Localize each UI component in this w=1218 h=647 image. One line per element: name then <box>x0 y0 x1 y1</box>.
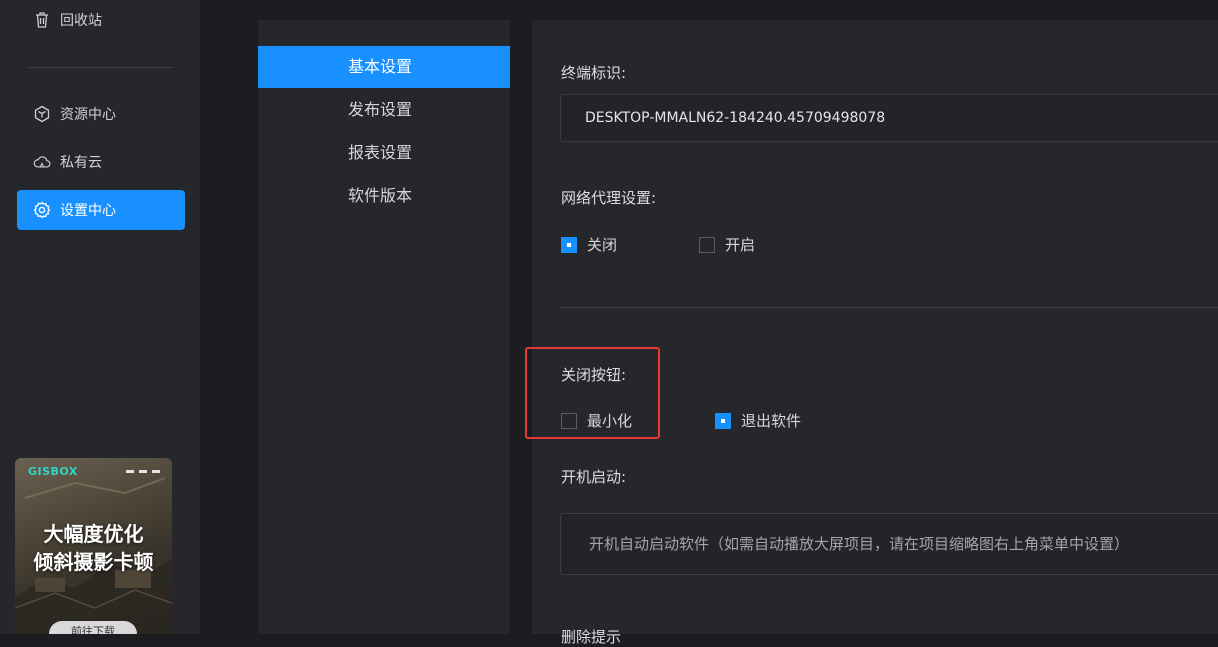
startup-label: 开机启动: <box>561 468 627 486</box>
cloud-icon <box>33 153 51 171</box>
option-label: 开启 <box>725 236 756 254</box>
option-label: 关闭 <box>587 236 618 254</box>
close-option-exit[interactable]: 退出软件 <box>715 410 801 431</box>
tab-publish-settings[interactable]: 发布设置 <box>258 89 510 131</box>
option-label: 退出软件 <box>741 412 802 430</box>
sidebar-divider <box>28 67 173 68</box>
sidebar-item-settings-center[interactable]: 设置中心 <box>17 190 185 230</box>
promo-headline: 大幅度优化 <box>43 522 144 546</box>
tab-basic-settings[interactable]: 基本设置 <box>258 46 510 88</box>
settings-menu: 基本设置 发布设置 报表设置 软件版本 <box>258 20 510 634</box>
sidebar-item-label: 私有云 <box>60 155 102 171</box>
terminal-id-label: 终端标识: <box>561 64 627 82</box>
sidebar-item-label: 资源中心 <box>60 107 116 123</box>
terminal-id-field[interactable]: DESKTOP-MMALN62-184240.45709498078 <box>560 94 1218 142</box>
trash-icon <box>33 11 51 29</box>
radio-unchecked[interactable] <box>699 236 715 253</box>
promo-brand-logo: GISBOX <box>28 465 78 478</box>
proxy-option-off[interactable]: 关闭 <box>561 234 617 255</box>
promo-subheadline: 倾斜摄影卡顿 <box>33 550 154 574</box>
radio-checked[interactable] <box>561 236 577 253</box>
sidebar-item-resource-center[interactable]: 资源中心 <box>17 94 185 134</box>
proxy-option-on[interactable]: 开启 <box>699 234 755 255</box>
sidebar-item-label: 设置中心 <box>60 203 116 219</box>
sidebar-item-recycle-bin[interactable]: 回收站 <box>17 0 185 40</box>
proxy-settings-label: 网络代理设置: <box>561 189 657 207</box>
tab-report-settings[interactable]: 报表设置 <box>258 132 510 174</box>
delete-prompt-label: 删除提示 <box>561 628 622 646</box>
startup-option[interactable]: 开机自动启动软件（如需自动播放大屏项目，请在项目缩略图右上角菜单中设置） <box>560 513 1218 575</box>
promo-download-button[interactable]: 前往下载 <box>49 621 137 634</box>
promo-banner[interactable]: GISBOX 大幅度优化 倾斜摄影卡顿 前往下载 <box>15 458 172 634</box>
sidebar: 回收站 资源中心 私有云 设置中心 GISBOX 大幅度优化 倾斜摄影卡顿 前往… <box>0 0 200 634</box>
settings-content: 终端标识: DESKTOP-MMALN62-184240.45709498078… <box>532 20 1218 646</box>
cube-icon <box>33 105 51 123</box>
sidebar-item-label: 回收站 <box>60 13 102 29</box>
gear-icon <box>33 201 51 219</box>
tab-software-version[interactable]: 软件版本 <box>258 175 510 217</box>
radio-checked[interactable] <box>715 412 731 429</box>
annotation-highlight-box <box>525 347 660 439</box>
section-divider <box>560 307 1218 308</box>
sidebar-item-private-cloud[interactable]: 私有云 <box>17 142 185 182</box>
carousel-indicator <box>126 470 160 473</box>
